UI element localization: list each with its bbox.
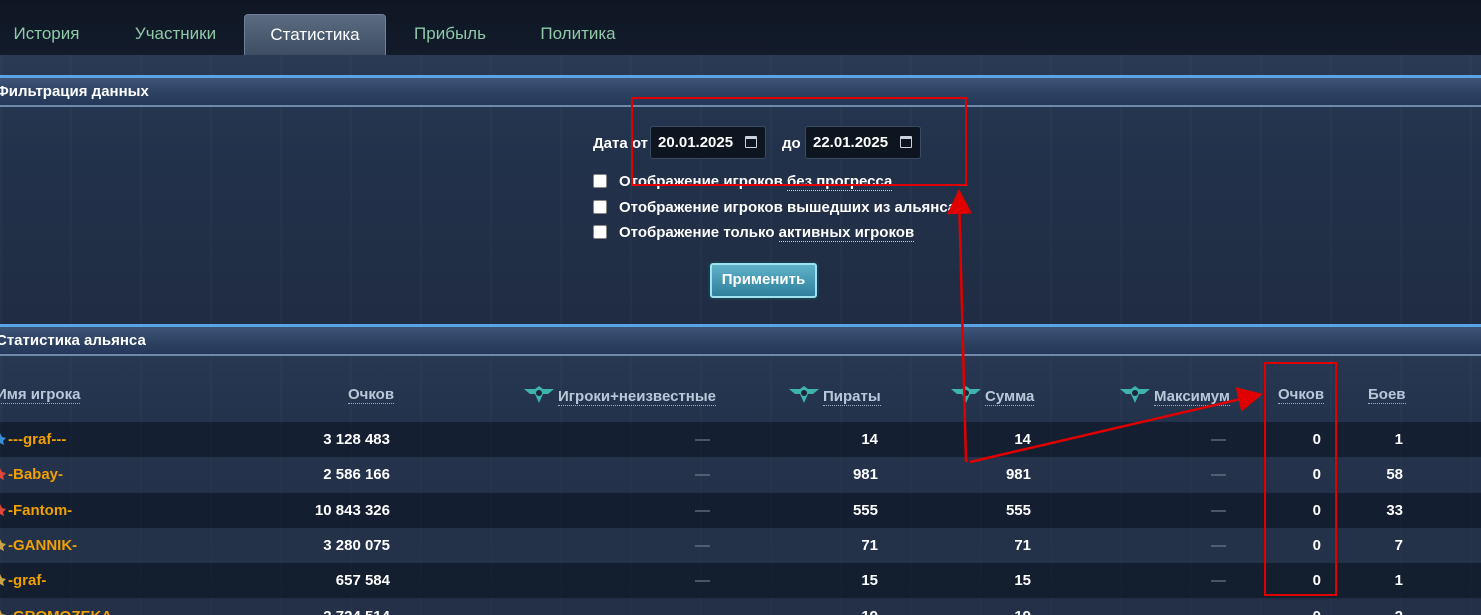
table-row: -graf- 657 584—15 15—0 1 [0, 563, 1481, 599]
gold-rank-icon [0, 609, 6, 615]
col-header-points-label: Очков [348, 386, 395, 404]
red-rank-icon [0, 468, 6, 481]
filter-section-title: Фильтрация данных [0, 83, 149, 100]
table-row: -Fantom- 10 843 326—555 555—0 33 [0, 492, 1481, 528]
cell-max: — [1211, 536, 1226, 554]
red-rank-icon [0, 503, 6, 516]
cell-sum: 15 [1014, 572, 1031, 590]
cell-points: 3 128 483 [323, 431, 390, 448]
cell-players-unknown: — [695, 431, 710, 448]
col-header-points[interactable]: Очков [348, 386, 395, 406]
cell-battles: 2 [1395, 599, 1403, 615]
cell-battles: 7 [1394, 536, 1403, 554]
alliance-wing-icon [524, 386, 554, 403]
cell-points: 2 586 166 [323, 466, 390, 484]
cell-pirates: 14 [861, 431, 878, 448]
cell-points: 657 584 [335, 572, 390, 590]
table-row: -GROMOZEKA- 2 724 514 — 19 19 — 0 2 [0, 598, 1481, 615]
col-header-name-label: Имя игрока [0, 386, 81, 404]
cell-points: 2 724 514 [323, 599, 390, 615]
cell-pirates: 71 [861, 536, 878, 554]
stats-section-header: Статистика альянса [0, 324, 1481, 356]
col-header-battles-label: Боев [1368, 386, 1406, 404]
cell-points: 3 280 075 [323, 536, 390, 554]
tab-profit[interactable]: Прибыль [398, 14, 502, 55]
stats-section-title: Статистика альянса [0, 332, 146, 349]
cell-sum: 555 [1005, 501, 1031, 519]
col-header-name[interactable]: Имя игрока [0, 386, 81, 406]
player-name-link[interactable]: -Babay- [8, 457, 63, 492]
cell-battles: 33 [1386, 501, 1403, 519]
cell-pirates: 981 [852, 466, 878, 484]
tab-history[interactable]: История [0, 14, 93, 55]
tab-members[interactable]: Участники [118, 14, 233, 55]
gold-rank-icon [0, 538, 6, 551]
cell-players-unknown: — [695, 466, 710, 484]
cell-pirates: 555 [852, 501, 878, 519]
gold-rank-icon [0, 574, 6, 587]
cell-max: — [1211, 431, 1226, 448]
cell-players-unknown: — [695, 599, 710, 615]
cell-sum: 19 [1014, 599, 1031, 615]
cell-players-unknown: — [695, 572, 710, 590]
player-name-link[interactable]: ---graf--- [8, 422, 66, 457]
cell-max: — [1211, 466, 1226, 484]
checkbox-active-only-label: Отображение только активных игроков [619, 224, 915, 242]
col-header-sum[interactable]: Сумма [951, 386, 1035, 406]
cell-pirates: 19 [861, 599, 878, 615]
cell-max: — [1211, 501, 1226, 519]
alliance-wing-icon [1120, 386, 1150, 403]
blue-rank-icon [0, 433, 6, 445]
alliance-wing-icon [951, 386, 981, 403]
checkbox-left-alliance-label: Отображение игроков вышедших из альянса [619, 199, 957, 216]
cell-points2: 0 [1313, 599, 1321, 615]
player-name-link[interactable]: -GANNIK- [8, 528, 77, 563]
cell-sum: 71 [1014, 536, 1031, 554]
player-name-link[interactable]: -graf- [8, 563, 46, 598]
table-row: ---graf--- 3 128 483—14 14—0 1 [0, 422, 1481, 457]
cell-players-unknown: — [695, 501, 710, 519]
col-header-pirates-label: Пираты [823, 388, 881, 406]
table-row: -Babay- 2 586 166—981 981—0 58 [0, 457, 1481, 493]
cell-players-unknown: — [695, 536, 710, 554]
checkbox-active-only[interactable] [593, 225, 607, 239]
apply-button[interactable]: Применить [710, 263, 817, 298]
col-header-battles[interactable]: Боев [1368, 386, 1406, 406]
col-header-max[interactable]: Максимум [1120, 386, 1231, 406]
cell-sum: 14 [1014, 431, 1031, 448]
col-header-players-unknown[interactable]: Игроки+неизвестные [524, 386, 716, 406]
tab-statistics[interactable]: Статистика [244, 14, 386, 55]
player-name-link[interactable]: -GROMOZEKA- [8, 599, 117, 615]
tab-bar: История Участники Статистика Прибыль Пол… [0, 0, 1481, 55]
active-players-hint-link[interactable]: активных игроков [778, 224, 915, 242]
alliance-wing-icon [789, 386, 819, 403]
cell-points: 10 843 326 [314, 501, 390, 519]
player-name-link[interactable]: -Fantom- [8, 493, 72, 528]
checkbox-active-only-prefix: Отображение только [619, 224, 779, 241]
cell-battles: 1 [1394, 572, 1403, 590]
checkbox-left-alliance[interactable] [593, 200, 607, 214]
table-row: -GANNIK- 3 280 075—71 71—0 7 [0, 527, 1481, 563]
col-header-max-label: Максимум [1154, 388, 1231, 406]
col-header-sum-label: Сумма [985, 388, 1035, 406]
col-header-players-unknown-label: Игроки+неизвестные [558, 388, 716, 406]
cell-battles: 1 [1394, 431, 1403, 448]
cell-battles: 58 [1386, 466, 1403, 484]
annotation-box-dates [631, 97, 967, 186]
cell-sum: 981 [1005, 466, 1031, 484]
annotation-box-points-column [1264, 362, 1337, 596]
cell-pirates: 15 [861, 572, 878, 590]
cell-max: — [1211, 599, 1226, 615]
col-header-pirates[interactable]: Пираты [789, 386, 881, 406]
tab-politics[interactable]: Политика [522, 14, 634, 55]
cell-max: — [1211, 572, 1226, 590]
checkbox-no-progress[interactable] [593, 174, 607, 188]
